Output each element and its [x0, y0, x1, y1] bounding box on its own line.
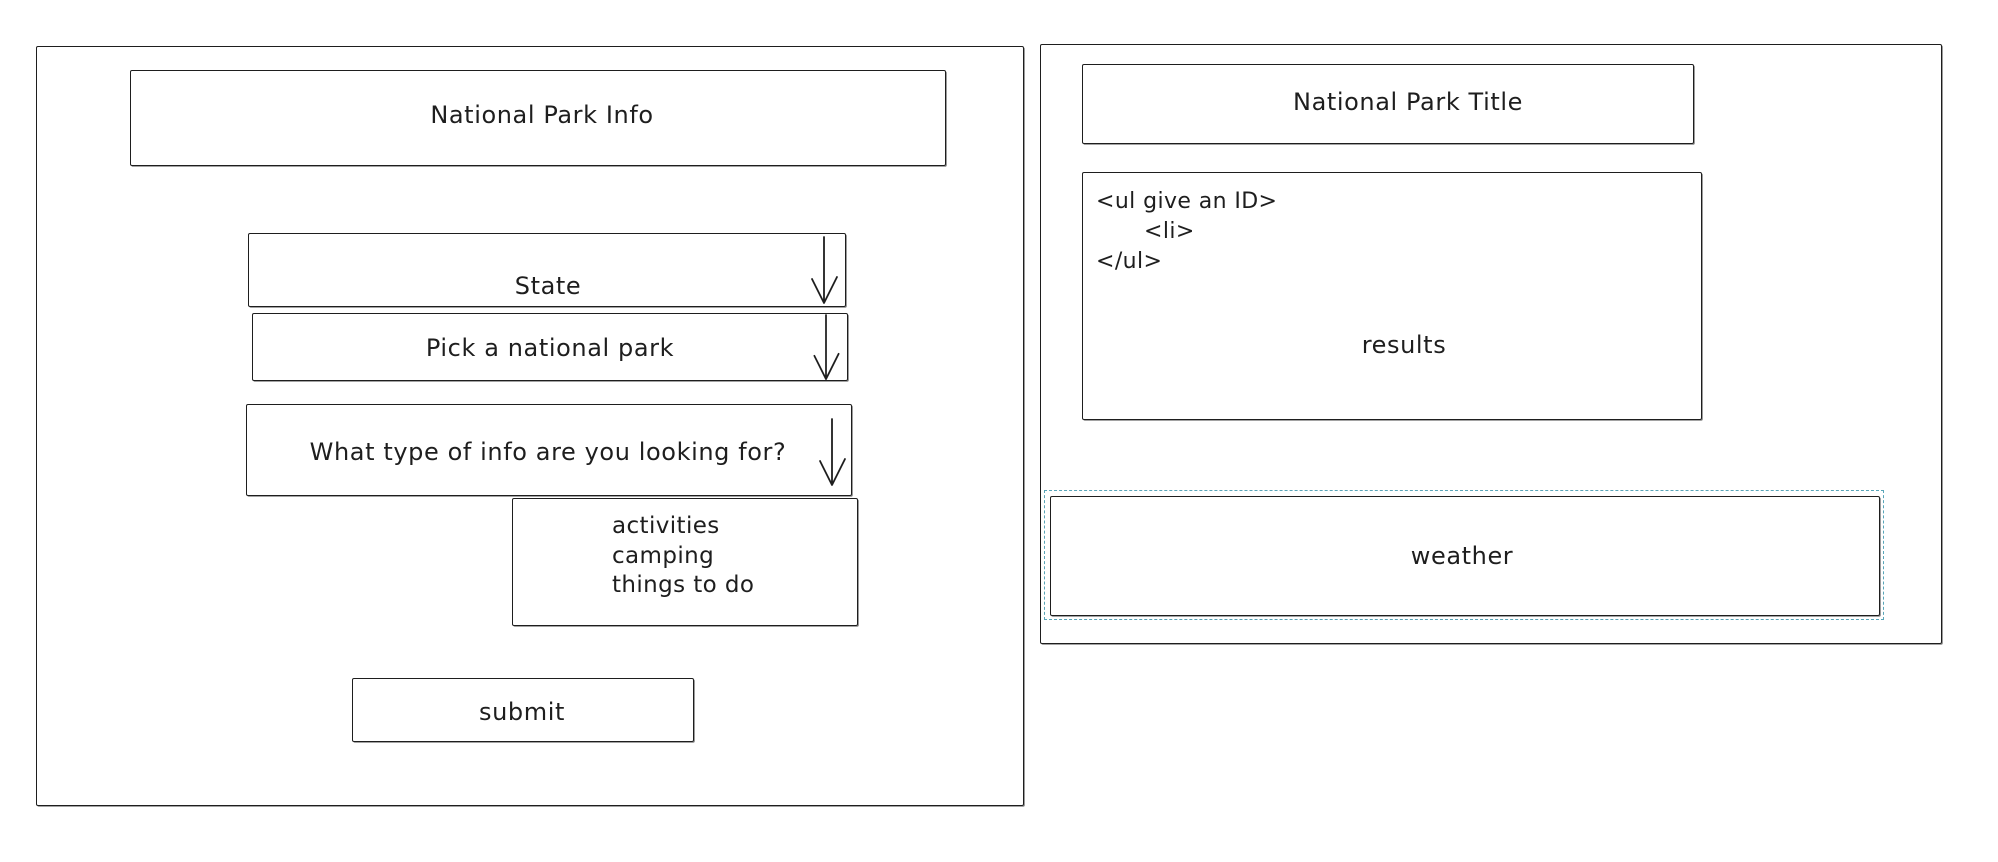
park-dropdown-label: Pick a national park [425, 334, 675, 362]
chevron-down-icon [811, 236, 838, 304]
results-label: results [1361, 331, 1447, 359]
info-type-dropdown-label: What type of info are you looking for? [309, 438, 787, 466]
submit-button-label: submit [478, 698, 566, 726]
info-type-dropdown-arrow-icon[interactable] [815, 414, 849, 490]
weather-label: weather [1410, 542, 1514, 570]
right-title: National Park Title [1293, 88, 1523, 116]
results-code-li: <li> [1144, 219, 1195, 244]
info-option-camping[interactable]: camping [612, 545, 714, 568]
info-option-things-to-do[interactable]: things to do [612, 574, 754, 597]
left-title: National Park Info [430, 101, 654, 129]
info-option-activities[interactable]: activities [612, 515, 720, 538]
results-code-ul-close: </ul> [1096, 249, 1163, 274]
state-dropdown-arrow-icon[interactable] [807, 235, 841, 305]
chevron-down-icon [819, 418, 846, 486]
state-dropdown-label: State [514, 272, 582, 300]
park-dropdown-arrow-icon[interactable] [809, 313, 843, 381]
chevron-down-icon [813, 314, 840, 380]
results-code-ul-open: <ul give an ID> [1096, 189, 1278, 214]
